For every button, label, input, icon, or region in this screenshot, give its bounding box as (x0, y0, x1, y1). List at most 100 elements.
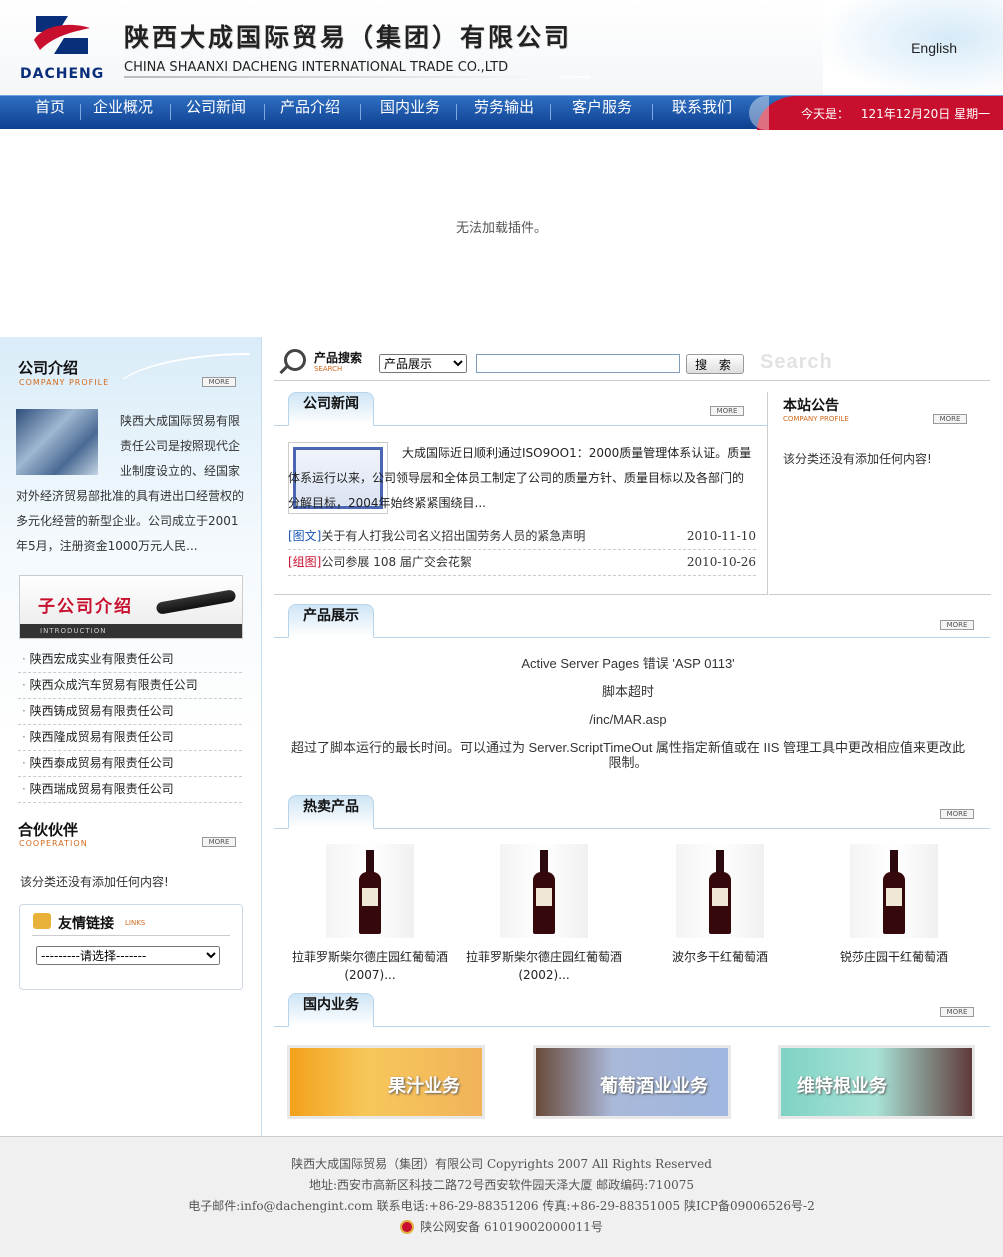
date-value: 121年12月20日 星期一 (860, 107, 991, 121)
products-more-button[interactable]: MORE (940, 620, 974, 630)
wine-bottle-image[interactable] (326, 844, 414, 938)
nav-item-contact[interactable]: 联系我们 (660, 96, 744, 128)
links-subtitle: LINKS (125, 919, 146, 927)
domestic-tab[interactable]: 国内业务 (288, 993, 374, 1027)
nav-item-domestic[interactable]: 国内业务 (368, 96, 452, 128)
links-divider (32, 935, 230, 936)
list-item[interactable]: 陕西瑞成贸易有限责任公司 (18, 777, 242, 803)
magnifier-icon (284, 349, 306, 371)
date-display: 今天是： 121年12月20日 星期一 (749, 96, 1003, 130)
search-watermark: Search (760, 351, 833, 373)
police-record-text[interactable]: 陕公网安备 61019002000011号 (420, 1220, 603, 1234)
notice-empty-text: 该分类还没有添加任何内容! (783, 452, 932, 466)
news-feature-text[interactable]: 大成国际近日顺利通过ISO9OO1：2000质量管理体系认证。质量体系运行以来，… (288, 441, 754, 516)
partner-empty-text: 该分类还没有添加任何内容! (20, 875, 169, 889)
news-title[interactable]: 关于有人打我公司名义招出国劳务人员的紧急声明 (321, 529, 585, 543)
list-item[interactable]: 陕西泰成贸易有限责任公司 (18, 751, 242, 777)
notice-more-button[interactable]: MORE (933, 414, 967, 424)
news-more-button[interactable]: MORE (710, 406, 744, 416)
partner-subtitle: COOPERATION (19, 839, 88, 848)
footer-contact: 电子邮件:info@dachengint.com 联系电话:+86-29-883… (188, 1199, 815, 1213)
domestic-tab-header: 国内业务 MORE (274, 993, 990, 1027)
company-name: 陕西大成国际贸易（集团）有限公司 (124, 23, 573, 52)
table-row[interactable]: [组图]公司参展 108 届广交会花絮 2010-10-26 (288, 550, 756, 576)
intro-subtitle: COMPANY PROFILE (19, 378, 110, 387)
nav-divider (360, 104, 361, 120)
subsidiary-banner: 子公司介绍 INTRODUCTION (19, 575, 243, 639)
nav-item-service[interactable]: 客户服务 (560, 96, 644, 128)
plugin-message: 无法加载插件。 (455, 221, 547, 236)
footer-police-record[interactable]: 陕公网安备 61019002000011号 (0, 1217, 1003, 1238)
error-line: 超过了脚本运行的最长时间。可以通过为 Server.ScriptTimeOut … (290, 740, 966, 770)
news-tag: [图文] (288, 529, 322, 543)
product-name[interactable]: 拉菲罗斯柴尔德庄园红葡萄酒(2002)... (464, 948, 624, 984)
wine-bottle-image[interactable] (500, 844, 588, 938)
nav-divider (264, 104, 265, 120)
intro-more-button[interactable]: MORE (202, 377, 236, 387)
notice-subtitle: COMPANY PROFILE (783, 415, 849, 423)
product-card[interactable]: 拉菲罗斯柴尔德庄园红葡萄酒(2007)... (290, 844, 450, 984)
search-button[interactable]: 搜 索 (686, 354, 744, 374)
friend-links-select[interactable]: ---------请选择------- (36, 946, 220, 965)
main-nav: 首页 企业概况 公司新闻 产品介绍 国内业务 劳务输出 客户服务 联系我们 今天… (0, 95, 1003, 130)
footer-copyright: 陕西大成国际贸易（集团）有限公司 Copyrights 2007 All Rig… (291, 1157, 712, 1171)
date-label: 今天是： (801, 107, 850, 121)
nav-item-news[interactable]: 公司新闻 (176, 96, 256, 128)
subsidiary-list: 陕西宏成实业有限责任公司 陕西众成汽车贸易有限责任公司 陕西铸成贸易有限责任公司… (18, 647, 242, 803)
list-item[interactable]: 陕西隆成贸易有限责任公司 (18, 725, 242, 751)
search-input[interactable] (476, 354, 680, 373)
news-title[interactable]: 公司参展 108 届广交会花絮 (321, 555, 472, 569)
tile-label: 维特根业务 (797, 1076, 887, 1097)
english-link[interactable]: English (911, 40, 957, 56)
nav-item-labor[interactable]: 劳务输出 (462, 96, 546, 128)
nav-divider (550, 104, 551, 120)
company-name-en: CHINA SHAANXI DACHENG INTERNATIONAL TRAD… (124, 60, 509, 75)
news-date: 2010-11-10 (686, 529, 756, 543)
products-tab[interactable]: 产品展示 (288, 604, 374, 638)
product-card[interactable]: 拉菲罗斯柴尔德庄园红葡萄酒(2002)... (464, 844, 624, 984)
header-divider (124, 76, 590, 78)
products-tab-header: 产品展示 MORE (274, 604, 990, 638)
product-name[interactable]: 拉菲罗斯柴尔德庄园红葡萄酒(2007)... (290, 948, 450, 984)
juice-business-tile[interactable]: 果汁业务 (287, 1045, 485, 1119)
logo-mark-icon (34, 16, 90, 54)
asp-error-message: Active Server Pages 错误 'ASP 0113' 脚本超时 /… (288, 656, 968, 783)
notice-title: 本站公告 (783, 398, 839, 414)
nav-item-home[interactable]: 首页 (20, 96, 80, 128)
company-logo[interactable]: DACHENG (20, 10, 105, 82)
table-row[interactable]: [图文]关于有人打我公司名义招出国劳务人员的紧急声明 2010-11-10 (288, 524, 756, 550)
news-tab[interactable]: 公司新闻 (288, 392, 374, 426)
partner-more-button[interactable]: MORE (202, 837, 236, 847)
product-name[interactable]: 波尔多干红葡萄酒 (640, 948, 800, 966)
nav-item-products[interactable]: 产品介绍 (270, 96, 350, 128)
wine-bottle-image[interactable] (676, 844, 764, 938)
logo-text: DACHENG (20, 66, 105, 82)
list-item[interactable]: 陕西铸成贸易有限责任公司 (18, 699, 242, 725)
intro-block: 陕西大成国际贸易有限责任公司是按照现代企业制度设立的、经国家对外经济贸易部批准的… (16, 409, 244, 559)
tile-label: 葡萄酒业业务 (600, 1076, 708, 1097)
nav-divider (80, 104, 81, 120)
news-tag: [组图] (288, 555, 322, 569)
list-item[interactable]: 陕西众成汽车贸易有限责任公司 (18, 673, 242, 699)
intro-section-header: 公司介绍 COMPANY PROFILE MORE (0, 337, 261, 393)
product-card[interactable]: 锐莎庄园干红葡萄酒 (814, 844, 974, 966)
nav-item-profile[interactable]: 企业概况 (84, 96, 162, 128)
site-header: DACHENG 陕西大成国际贸易（集团）有限公司 CHINA SHAANXI D… (0, 0, 1003, 95)
vitagen-business-tile[interactable]: 维特根业务 (778, 1045, 975, 1119)
subsidiary-title: 子公司介绍 (38, 597, 133, 617)
tile-label: 果汁业务 (388, 1076, 460, 1097)
partner-title: 合伙伙伴 (18, 821, 79, 839)
search-category-select[interactable]: 产品展示 (379, 354, 467, 373)
wine-bottle-image[interactable] (850, 844, 938, 938)
wine-business-tile[interactable]: 葡萄酒业业务 (533, 1045, 731, 1119)
swoosh-decoration (110, 353, 250, 397)
list-item[interactable]: 陕西宏成实业有限责任公司 (18, 647, 242, 673)
police-badge-icon (400, 1220, 415, 1234)
left-sidebar: 公司介绍 COMPANY PROFILE MORE 陕西大成国际贸易有限责任公司… (0, 337, 262, 1136)
domestic-more-button[interactable]: MORE (940, 1007, 974, 1017)
product-name[interactable]: 锐莎庄园干红葡萄酒 (814, 948, 974, 966)
hot-tab[interactable]: 热卖产品 (288, 795, 374, 829)
nav-divider (456, 104, 457, 120)
product-card[interactable]: 波尔多干红葡萄酒 (640, 844, 800, 966)
hot-more-button[interactable]: MORE (940, 809, 974, 819)
